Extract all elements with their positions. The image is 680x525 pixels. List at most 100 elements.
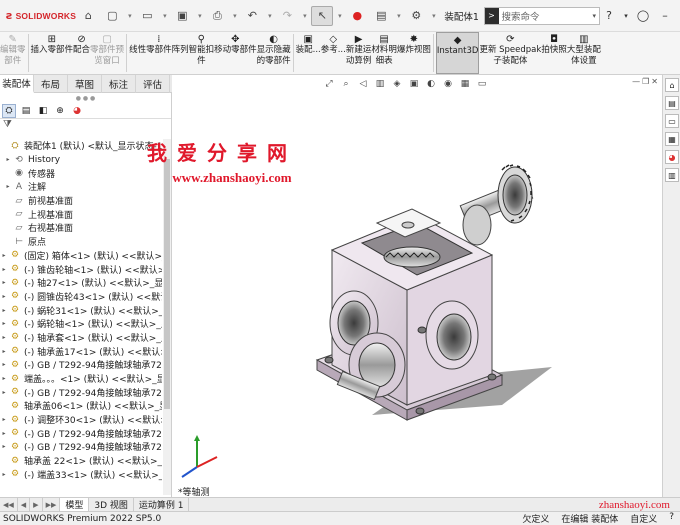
solidworks-logo[interactable]: ƨ SOLIDWORKS — [0, 9, 77, 22]
open-icon[interactable]: ▭ — [136, 6, 158, 26]
command-move-component[interactable]: ✥ 移动零部件 — [214, 32, 257, 56]
command-speedpak[interactable]: ⟳ 更新 Speedpak 子装配体 — [479, 32, 541, 67]
undo-icon[interactable]: ↶ — [241, 6, 263, 26]
props-dropdown-icon[interactable]: ▾ — [394, 6, 403, 26]
command-component-preview[interactable]: ▢ 零部件预 览窗口 — [90, 32, 124, 67]
tree-scrollbar[interactable] — [163, 139, 171, 495]
command-insert-component[interactable]: ⊞ 插入零部件 — [31, 32, 74, 56]
save-icon[interactable]: ▣ — [171, 6, 193, 26]
tab-evaluate[interactable]: 评估 — [136, 75, 170, 93]
command-snapshot[interactable]: ◘ 拍快照 — [541, 32, 567, 56]
command-smart-fastener[interactable]: ⚲ 智能扣 件 — [189, 32, 215, 67]
tree-item[interactable]: ▸⚙ (-) 轴承盖17<1> (默认) <<默认>_显示状态 1> — [0, 344, 162, 358]
rebuild-icon[interactable]: ● — [346, 6, 368, 26]
tab-layout[interactable]: 布局 — [34, 75, 68, 93]
tab-motion-study[interactable]: 运动算例 1 — [134, 497, 190, 512]
appearances-icon[interactable]: ◕ — [665, 150, 679, 164]
expand-icon[interactable]: ▸ — [4, 156, 12, 163]
featuremanager-tab-icon[interactable]: ⛭ — [2, 103, 16, 118]
expand-icon[interactable]: ▸ — [0, 307, 8, 314]
new-icon[interactable]: ▢ — [101, 6, 123, 26]
expand-icon[interactable]: ▸ — [0, 293, 8, 300]
tree-item[interactable]: ▸⚙ (-) 轴27<1> (默认) <<默认>_显示状态 1> — [0, 276, 162, 290]
tab-assembly[interactable]: 装配体 — [0, 75, 34, 93]
propertymanager-tab-icon[interactable]: ▤ — [19, 104, 33, 118]
tree-item[interactable]: ▸⚙ (-) 轴承套<1> (默认) <<默认>_显示状态 1> — [0, 331, 162, 345]
expand-icon[interactable]: ▸ — [0, 389, 8, 396]
expand-icon[interactable]: ▸ — [0, 361, 8, 368]
tree-item[interactable]: ⚙ 轴承盖06<1> (默认) <<默认>_显示状态 1> — [0, 399, 162, 413]
first-tab-icon[interactable]: ◀◀ — [0, 497, 18, 512]
expand-icon[interactable]: ▸ — [0, 348, 8, 355]
command-instant3d[interactable]: ◆ Instant3D — [435, 32, 480, 74]
expand-icon[interactable]: ▸ — [0, 443, 8, 450]
tree-item[interactable]: ⚙ 轴承盖 22<1> (默认) <<默认>_显示状态 1> — [0, 454, 162, 468]
command-mate[interactable]: ⊘ 配合 — [73, 32, 90, 56]
design-library-icon[interactable]: ▤ — [665, 96, 679, 110]
tab-3d-views[interactable]: 3D 视图 — [89, 497, 134, 512]
tree-item[interactable]: ▸⚙ (-) 圆锥齿轮43<1> (默认) <<默认>_显示状态 1> — [0, 290, 162, 304]
status-units[interactable]: 自定义 — [630, 512, 657, 525]
expand-icon[interactable]: ▸ — [0, 471, 8, 478]
select-dropdown-icon[interactable]: ▾ — [335, 6, 344, 26]
prev-tab-icon[interactable]: ◀ — [18, 497, 31, 512]
tab-sketch[interactable]: 草图 — [68, 75, 102, 93]
scrollbar-thumb[interactable] — [164, 159, 170, 409]
user-icon[interactable]: ◯ — [634, 7, 652, 25]
search-input[interactable]: 搜索命令 — [502, 9, 593, 23]
command-large-assembly[interactable]: ▥ 大型装配 体设置 — [567, 32, 601, 67]
help-icon[interactable]: ? — [600, 7, 618, 25]
command-edit-component[interactable]: ✎ 编辑零 部件 — [0, 32, 26, 67]
command-show-hidden[interactable]: ◐ 显示隐藏 的零部件 — [257, 32, 291, 67]
tree-item[interactable]: ▸⚙ 端盖。。。<1> (默认) <<默认>_显示状态 1> — [0, 372, 162, 386]
filter-icon[interactable]: ⧩ — [0, 119, 171, 133]
expand-icon[interactable]: ▸ — [0, 252, 8, 259]
expand-icon[interactable]: ▸ — [0, 416, 8, 423]
undo-dropdown-icon[interactable]: ▾ — [265, 6, 274, 26]
new-dropdown-icon[interactable]: ▾ — [125, 6, 134, 26]
last-tab-icon[interactable]: ▶▶ — [43, 497, 61, 512]
expand-icon[interactable]: ▸ — [0, 320, 8, 327]
open-dropdown-icon[interactable]: ▾ — [160, 6, 169, 26]
tab-model[interactable]: 模型 — [60, 497, 90, 512]
redo-icon[interactable]: ↷ — [276, 6, 298, 26]
options-dropdown-icon[interactable]: ▾ — [429, 6, 438, 26]
options-icon[interactable]: ⚙ — [405, 6, 427, 26]
tree-item[interactable]: ▸ ⚙ (-) GB / T292-94角接触球轴承72 — [0, 385, 162, 399]
select-icon[interactable]: ↖ — [311, 5, 334, 26]
solidworks-resources-icon[interactable]: ⌂ — [665, 78, 679, 92]
expand-icon[interactable]: ▸ — [0, 375, 8, 382]
tab-markup[interactable]: 标注 — [102, 75, 136, 93]
command-search[interactable]: > 搜索命令 ▾ — [483, 6, 601, 25]
tree-item[interactable]: ▸⚙ (固定) 箱体<1> (默认) <<默认>_显示状态 1> — [0, 249, 162, 263]
configmanager-tab-icon[interactable]: ◧ — [36, 104, 50, 118]
redo-dropdown-icon[interactable]: ▾ — [300, 6, 309, 26]
expand-icon[interactable]: ▸ — [0, 334, 8, 341]
print-dropdown-icon[interactable]: ▾ — [230, 6, 239, 26]
tree-item[interactable]: ▸⚙ (-) 锥齿轮轴<1> (默认) <<默认>_显示状态 1> — [0, 262, 162, 276]
expand-icon[interactable]: ▸ — [0, 279, 8, 286]
graphics-area[interactable]: ⤢ ⌕ ◁ ▥ ◈ ▣ ◐ ◉ ▦ ▭ — ❐ ✕ 我爱分享网 www.zhan… — [147, 75, 662, 498]
command-bom[interactable]: ▤ 材料明 细表 — [371, 32, 397, 67]
tree-item[interactable]: ▸⚙ (-) 端盖33<1> (默认) <<默认>_显示状态 1> — [0, 468, 162, 482]
expand-icon[interactable]: ▸ — [0, 430, 8, 437]
command-exploded-view[interactable]: ✸ 爆炸视图 — [397, 32, 431, 56]
tree-item[interactable]: ▸ ⚙ (-) GB / T292-94角接触球轴承72 — [0, 426, 162, 440]
command-reference-geometry[interactable]: ◇ 参考... — [321, 32, 346, 56]
dimxpert-tab-icon[interactable]: ⊕ — [53, 104, 67, 118]
view-palette-icon[interactable]: ▦ — [665, 132, 679, 146]
command-linear-pattern[interactable]: ⁞ 线性零部件阵列 — [129, 32, 189, 56]
help-dropdown-icon[interactable]: ▾ — [622, 7, 630, 25]
tree-item[interactable]: ▸⚙ (-) 蜗轮轴<1> (默认) <<默认>_显示状态 1> — [0, 317, 162, 331]
file-props-icon[interactable]: ▤ — [370, 6, 392, 26]
custom-properties-icon[interactable]: ▥ — [665, 168, 679, 182]
status-help-icon[interactable]: ? — [669, 512, 674, 525]
command-new-motion-study[interactable]: ▶ 新建运 动算例 — [346, 32, 372, 67]
search-dropdown-icon[interactable]: ▾ — [593, 12, 600, 20]
tree-item[interactable]: ▸⚙ (-) 蜗轮31<1> (默认) <<默认>_显示状态 1> — [0, 303, 162, 317]
expand-icon[interactable]: ▸ — [0, 266, 8, 273]
panel-grip[interactable]: ● ● ● — [0, 93, 171, 103]
home-icon[interactable]: ⌂ — [77, 6, 99, 26]
save-dropdown-icon[interactable]: ▾ — [195, 6, 204, 26]
print-icon[interactable]: ⎙ — [206, 6, 228, 26]
